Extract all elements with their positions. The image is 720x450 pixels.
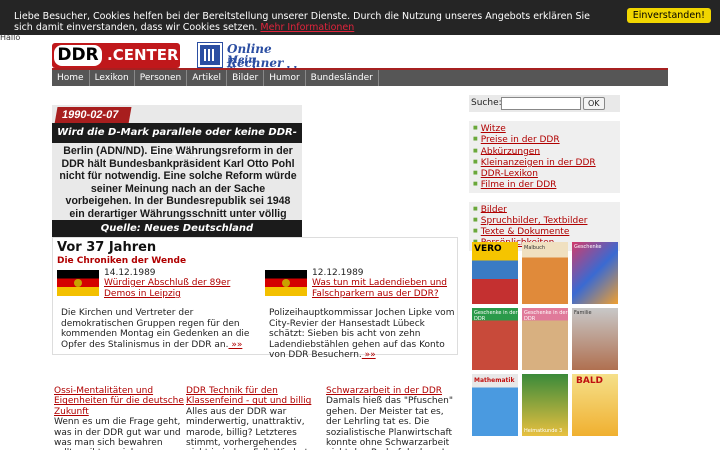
nav-lexikon[interactable]: Lexikon [90,70,135,86]
hero-date: 1990-02-07 [54,107,132,124]
hallo-text: Hallo [0,33,21,42]
thumb-geschenke-ddr-2[interactable]: Geschenke in der DDR [522,308,568,370]
ddr-flag-icon [265,270,307,296]
nav-artikel[interactable]: Artikel [187,70,228,86]
news-image[interactable]: 1990-02-07 Wird die D-Mark parallele ode… [52,105,302,237]
thumb-bald[interactable]: BALD [572,374,618,436]
history-text: Die Kirchen und Vertreter der demokratis… [61,308,250,350]
sidebar-link-kleinanzeigen[interactable]: Kleinanzeigen in der DDR [481,158,596,168]
search-input[interactable] [501,97,581,110]
nav-humor[interactable]: Humor [264,70,306,86]
logo-ddr-text: DDR [54,45,102,66]
history-date: 12.12.1989 [312,268,364,278]
thumb-familie[interactable]: Familie [572,308,618,370]
nav-bundeslaender[interactable]: Bundesländer [306,70,379,86]
sidebar-link-filme[interactable]: Filme in der DDR [481,180,557,190]
teaser-article: Schwarzarbeit in der DDR Damals hieß das… [326,386,456,450]
sidebar-link-texte[interactable]: Texte & Dokumente [481,227,570,237]
teaser-article: Ossi-Mentalitäten und Eigenheiten für di… [54,386,184,450]
teaser-text: Wenn es um die Frage geht, was in der DD… [54,417,181,450]
cookie-banner: Liebe Besucher, Cookies helfen bei der B… [0,0,720,35]
sidebar-link-spruchbilder[interactable]: Spruchbilder, Textbilder [481,216,588,226]
history-more-link[interactable]: »» [362,350,376,360]
main-nav: Home Lexikon Personen Artikel Bilder Hum… [52,68,668,86]
search-label: Suche: [471,98,502,108]
history-more-link[interactable]: »» [228,340,242,350]
teaser-link[interactable]: DDR Technik für den Klassenfeind - gut u… [186,386,311,406]
sidebar-link-witze[interactable]: Witze [481,124,506,134]
teaser-text: Damals hieß das "Pfuschen" gehen. Der Me… [326,396,453,450]
hero-question: Wird die D-Mark parallele oder keine DDR… [52,123,302,158]
history-link[interactable]: Würdiger Abschluß der 89er Demos in Leip… [104,278,254,299]
nav-home[interactable]: Home [52,70,90,86]
ddr-flag-icon [57,270,99,296]
history-text: Polizeihauptkommissar Jochen Lipke vom C… [269,308,455,360]
cookie-accept-button[interactable]: Einverstanden! [626,8,711,23]
thumb-geschenke[interactable]: Geschenke [572,242,618,304]
thumb-heimatkunde[interactable]: Heimatkunde 3 [522,374,568,436]
nav-personen[interactable]: Personen [135,70,188,86]
search-ok-button[interactable]: OK [583,97,605,110]
calculator-banner[interactable]: Online Rechner Mein Taschengeld [197,42,328,77]
thumb-vero[interactable]: VERO [472,242,518,304]
calculator-icon [197,42,223,68]
teaser-link[interactable]: Schwarzarbeit in der DDR [326,386,442,396]
sidebar-link-bilder[interactable]: Bilder [481,204,507,214]
thumb-mathematik[interactable]: Mathematik [472,374,518,436]
history-link[interactable]: Was tun mit Ladendieben und Falschparker… [312,278,462,299]
teaser-text: Alles aus der DDR war minderwertig, unat… [186,406,308,450]
teaser-link[interactable]: Ossi-Mentalitäten und Eigenheiten für di… [54,386,184,417]
nav-bilder[interactable]: Bilder [227,70,265,86]
history-box: Vor 37 Jahren Die Chroniken der Wende 14… [52,237,458,360]
cookie-text: Liebe Besucher, Cookies helfen bei der B… [14,11,591,33]
sidebar-link-lexikon[interactable]: DDR-Lexikon [481,169,538,179]
history-title: Vor 37 Jahren [57,240,157,255]
history-date: 14.12.1989 [104,268,156,278]
sidebar-links-1: Witze Preise in der DDR Abkürzungen Klei… [469,121,620,193]
hero-source: Quelle: Neues Deutschland [52,220,302,237]
thumb-malbuch[interactable]: Malbuch [522,242,568,304]
cookie-more-link[interactable]: Mehr Informationen [260,22,354,33]
history-subtitle: Die Chroniken der Wende [57,256,187,266]
thumb-geschenke-ddr-1[interactable]: Geschenke in der DDR [472,308,518,370]
sidebar-link-preise[interactable]: Preise in der DDR [481,135,560,145]
sidebar-link-abkuerzungen[interactable]: Abkürzungen [481,146,540,156]
site-logo[interactable]: DDR .CENTER [52,43,180,68]
search-bar: Suche: OK [469,95,620,112]
teaser-article: DDR Technik für den Klassenfeind - gut u… [186,386,316,450]
logo-center-text: .CENTER [107,46,179,64]
sidebar: Suche: OK Witze Preise in der DDR Abkürz… [469,95,620,251]
